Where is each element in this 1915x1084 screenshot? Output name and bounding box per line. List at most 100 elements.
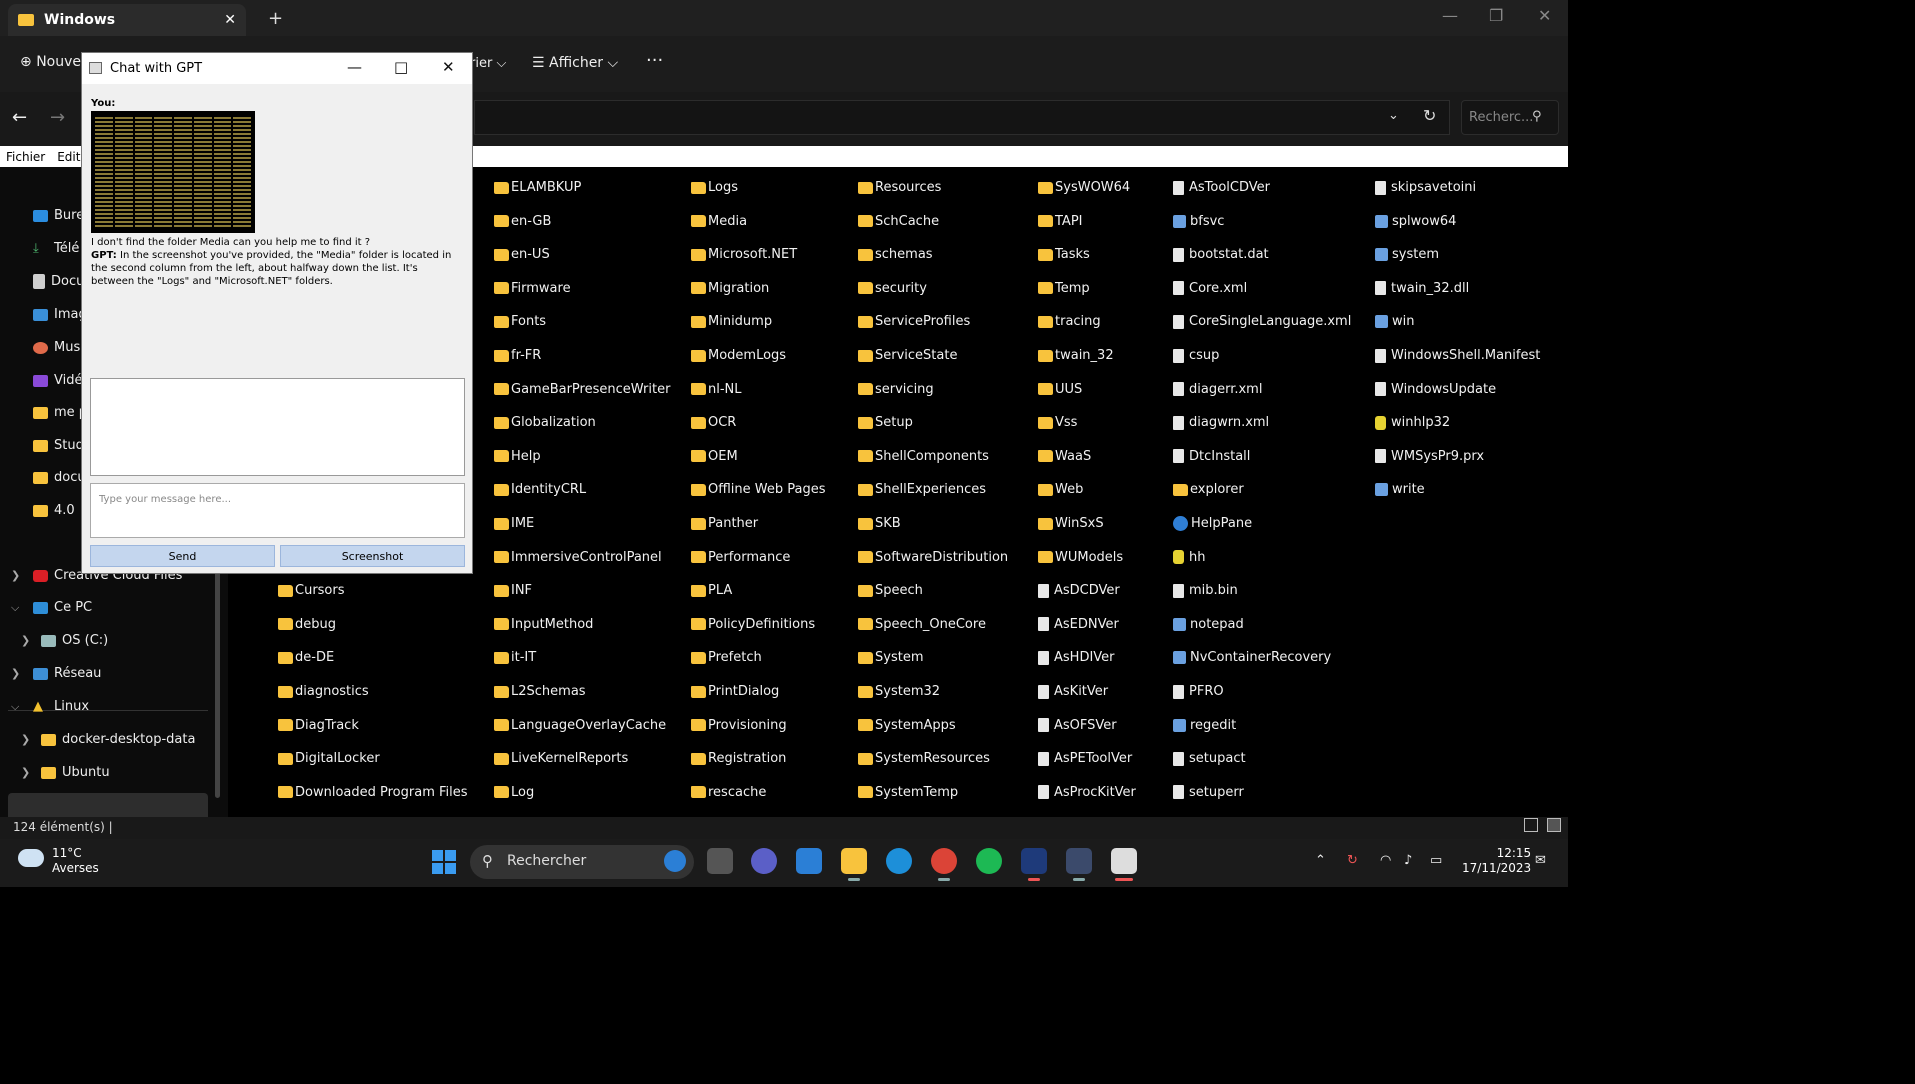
- menu-edition[interactable]: Editi: [57, 150, 84, 164]
- file-item[interactable]: write: [1375, 482, 1425, 497]
- file-item[interactable]: NvContainerRecovery: [1173, 650, 1331, 665]
- file-item[interactable]: System: [858, 650, 923, 665]
- file-item[interactable]: SysWOW64: [1038, 180, 1130, 195]
- menu-fichier[interactable]: Fichier: [6, 150, 45, 164]
- new-button[interactable]: ⊕ Nouve: [20, 54, 81, 70]
- file-item[interactable]: AsOFSVer: [1038, 718, 1117, 733]
- file-item[interactable]: SoftwareDistribution: [858, 550, 1008, 565]
- file-item[interactable]: IME: [494, 516, 534, 531]
- file-item[interactable]: en-GB: [494, 214, 551, 229]
- file-item[interactable]: mib.bin: [1173, 583, 1238, 598]
- sidebar-item-videos[interactable]: Vidé: [33, 373, 82, 388]
- more-options-button[interactable]: ···: [646, 50, 663, 71]
- file-item[interactable]: AsPEToolVer: [1038, 751, 1132, 766]
- file-item[interactable]: Logs: [691, 180, 738, 195]
- sidebar-item-linux[interactable]: ▲ Linux: [33, 699, 89, 714]
- close-tab-icon[interactable]: ✕: [224, 12, 236, 28]
- refresh-icon[interactable]: ↻: [1423, 106, 1436, 125]
- file-item[interactable]: AsHDIVer: [1038, 650, 1115, 665]
- chevron-down-icon[interactable]: ⌄: [1388, 108, 1399, 123]
- sidebar-item-folder[interactable]: docu: [33, 470, 86, 485]
- minimize-icon[interactable]: —: [347, 58, 362, 76]
- file-item[interactable]: AsEDNVer: [1038, 617, 1119, 632]
- sidebar-item-folder[interactable]: Stud: [33, 438, 84, 453]
- sort-button[interactable]: rier ⌵: [470, 56, 506, 71]
- file-item[interactable]: GameBarPresenceWriter: [494, 382, 670, 397]
- file-item[interactable]: Speech_OneCore: [858, 617, 986, 632]
- file-item[interactable]: HelpPane: [1173, 516, 1252, 531]
- weather-widget[interactable]: 11°C Averses: [52, 846, 99, 876]
- chevron-down-icon[interactable]: ⌵: [11, 601, 19, 615]
- file-item[interactable]: Core.xml: [1173, 281, 1247, 296]
- file-item[interactable]: L2Schemas: [494, 684, 586, 699]
- file-item[interactable]: ModemLogs: [691, 348, 786, 363]
- file-item[interactable]: diagwrn.xml: [1173, 415, 1269, 430]
- file-item[interactable]: PolicyDefinitions: [691, 617, 815, 632]
- file-item[interactable]: SystemApps: [858, 718, 956, 733]
- sidebar-item-docker[interactable]: docker-desktop-data: [41, 732, 195, 747]
- file-item[interactable]: diagnostics: [278, 684, 369, 699]
- search-input[interactable]: Recherc...: [1461, 100, 1559, 135]
- terminal-icon[interactable]: [1021, 848, 1047, 874]
- file-item[interactable]: notepad: [1173, 617, 1244, 632]
- battery-icon[interactable]: ▭: [1430, 853, 1442, 868]
- chat-output-area[interactable]: [90, 378, 465, 476]
- file-item[interactable]: ELAMBKUP: [494, 180, 581, 195]
- file-item[interactable]: Tasks: [1038, 247, 1090, 262]
- file-item[interactable]: ImmersiveControlPanel: [494, 550, 662, 565]
- file-item[interactable]: Offline Web Pages: [691, 482, 826, 497]
- file-item[interactable]: WMSysPr9.prx: [1375, 449, 1484, 464]
- chevron-down-icon[interactable]: ⌵: [11, 700, 19, 714]
- file-item[interactable]: WaaS: [1038, 449, 1091, 464]
- file-item[interactable]: DiagTrack: [278, 718, 359, 733]
- file-item[interactable]: System32: [858, 684, 940, 699]
- file-item[interactable]: WindowsUpdate: [1375, 382, 1496, 397]
- file-item[interactable]: Microsoft.NET: [691, 247, 797, 262]
- file-item[interactable]: AsProcKitVer: [1038, 785, 1136, 800]
- restore-icon[interactable]: ❐: [1489, 6, 1503, 25]
- file-item[interactable]: LanguageOverlayCache: [494, 718, 666, 733]
- message-input[interactable]: Type your message here...: [90, 483, 465, 538]
- file-item[interactable]: schemas: [858, 247, 933, 262]
- notification-icon[interactable]: ✉: [1535, 853, 1546, 868]
- start-button[interactable]: [432, 850, 456, 874]
- file-item[interactable]: Setup: [858, 415, 913, 430]
- file-item[interactable]: setupact: [1173, 751, 1246, 766]
- file-item[interactable]: SchCache: [858, 214, 939, 229]
- file-item[interactable]: ShellComponents: [858, 449, 989, 464]
- sidebar-item-ubuntu[interactable]: Ubuntu: [41, 765, 110, 780]
- file-item[interactable]: Temp: [1038, 281, 1090, 296]
- chevron-right-icon[interactable]: ❯: [21, 766, 30, 779]
- file-explorer-icon[interactable]: [841, 848, 867, 874]
- file-item[interactable]: Performance: [691, 550, 790, 565]
- back-arrow-icon[interactable]: ←: [12, 107, 27, 128]
- file-item[interactable]: servicing: [858, 382, 934, 397]
- file-item[interactable]: Vss: [1038, 415, 1077, 430]
- file-item[interactable]: hh: [1173, 550, 1205, 565]
- file-item[interactable]: AsDCDVer: [1038, 583, 1120, 598]
- send-button[interactable]: Send: [90, 545, 275, 567]
- file-item[interactable]: Web: [1038, 482, 1083, 497]
- clock[interactable]: 12:15 17/11/2023: [1462, 846, 1531, 876]
- new-tab-button[interactable]: +: [268, 8, 283, 29]
- file-item[interactable]: debug: [278, 617, 336, 632]
- chevron-right-icon[interactable]: ❯: [11, 667, 20, 680]
- close-window-icon[interactable]: ✕: [1538, 6, 1551, 25]
- file-item[interactable]: Help: [494, 449, 541, 464]
- file-item[interactable]: win: [1375, 314, 1414, 329]
- file-item[interactable]: SystemResources: [858, 751, 990, 766]
- file-item[interactable]: CoreSingleLanguage.xml: [1173, 314, 1351, 329]
- file-item[interactable]: Globalization: [494, 415, 596, 430]
- chevron-right-icon[interactable]: ❯: [11, 569, 20, 582]
- file-item[interactable]: INF: [494, 583, 532, 598]
- file-item[interactable]: csup: [1173, 348, 1219, 363]
- file-item[interactable]: fr-FR: [494, 348, 541, 363]
- sidebar-item-network[interactable]: Réseau: [33, 666, 101, 681]
- minimize-icon[interactable]: —: [1442, 6, 1458, 25]
- close-icon[interactable]: ✕: [442, 58, 455, 76]
- file-item[interactable]: ShellExperiences: [858, 482, 986, 497]
- file-item[interactable]: PFRO: [1173, 684, 1224, 699]
- file-item[interactable]: regedit: [1173, 718, 1236, 733]
- chat-titlebar[interactable]: Chat with GPT — □ ✕: [82, 53, 472, 84]
- file-item[interactable]: Registration: [691, 751, 786, 766]
